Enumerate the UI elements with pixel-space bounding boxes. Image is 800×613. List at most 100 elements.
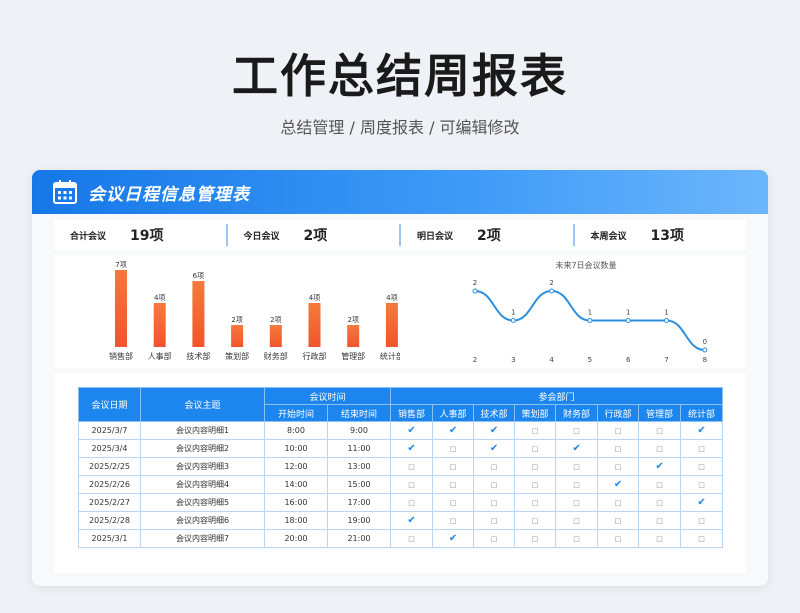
stat-label: 今日会议 <box>243 231 280 242</box>
attend-empty-checkbox[interactable]: □ <box>597 529 640 548</box>
attend-check-icon[interactable]: ✔ <box>555 439 599 458</box>
bar-category-label: 行政部 <box>303 351 327 361</box>
line-value-label: 2 <box>473 279 477 287</box>
attend-check-icon[interactable]: ✔ <box>390 421 434 440</box>
attend-empty-checkbox[interactable]: □ <box>473 457 516 476</box>
stat-week: 本周会议 13项 <box>575 224 747 246</box>
cell-topic: 会议内容明细7 <box>140 529 265 548</box>
line-x-tick-label: 3 <box>511 356 515 364</box>
attend-empty-checkbox[interactable]: □ <box>555 511 599 530</box>
attend-empty-checkbox[interactable]: □ <box>638 439 682 458</box>
attend-empty-checkbox[interactable]: □ <box>597 511 640 530</box>
attend-empty-checkbox[interactable]: □ <box>514 475 557 494</box>
attend-empty-checkbox[interactable]: □ <box>555 475 599 494</box>
cell-start: 20:00 <box>264 529 328 548</box>
attend-empty-checkbox[interactable]: □ <box>597 457 640 476</box>
header-dept: 策划部 <box>514 404 557 422</box>
attend-empty-checkbox[interactable]: □ <box>555 421 599 440</box>
attend-check-icon[interactable]: ✔ <box>680 421 724 440</box>
bar-value-label: 7项 <box>115 261 126 269</box>
cell-start: 14:00 <box>264 475 328 494</box>
bar-value-label: 2项 <box>231 316 242 324</box>
attend-empty-checkbox[interactable]: □ <box>680 511 724 530</box>
attend-check-icon[interactable]: ✔ <box>432 421 475 440</box>
attend-check-icon[interactable]: ✔ <box>473 421 516 440</box>
cell-topic: 会议内容明细4 <box>140 475 265 494</box>
attend-empty-checkbox[interactable]: □ <box>680 457 724 476</box>
attend-check-icon[interactable]: ✔ <box>638 457 682 476</box>
attend-empty-checkbox[interactable]: □ <box>514 529 557 548</box>
attend-empty-checkbox[interactable]: □ <box>432 439 475 458</box>
cell-start: 12:00 <box>264 457 328 476</box>
attend-empty-checkbox[interactable]: □ <box>680 529 724 548</box>
attend-empty-checkbox[interactable]: □ <box>638 493 682 512</box>
bar-value-label: 4项 <box>309 294 320 302</box>
attend-empty-checkbox[interactable]: □ <box>473 493 516 512</box>
attend-empty-checkbox[interactable]: □ <box>473 475 516 494</box>
cell-end: 17:00 <box>326 493 392 512</box>
bar-category-label: 销售部 <box>109 351 133 361</box>
page-subtitle: 总结管理 / 周度报表 / 可编辑修改 <box>280 118 520 137</box>
attend-empty-checkbox[interactable]: □ <box>432 475 475 494</box>
attend-check-icon[interactable]: ✔ <box>390 439 434 458</box>
line-point <box>587 318 593 323</box>
attend-empty-checkbox[interactable]: □ <box>638 511 682 530</box>
attend-check-icon[interactable]: ✔ <box>680 493 724 512</box>
header-end: 结束时间 <box>326 404 392 422</box>
attend-empty-checkbox[interactable]: □ <box>514 457 557 476</box>
cell-end: 13:00 <box>326 457 392 476</box>
attend-empty-checkbox[interactable]: □ <box>432 511 475 530</box>
attend-empty-checkbox[interactable]: □ <box>680 475 724 494</box>
cell-date: 2025/3/7 <box>78 421 141 440</box>
line-point <box>625 318 631 323</box>
attend-empty-checkbox[interactable]: □ <box>597 421 640 440</box>
attend-check-icon[interactable]: ✔ <box>390 511 434 530</box>
cell-topic: 会议内容明细3 <box>140 457 265 476</box>
attend-empty-checkbox[interactable]: □ <box>390 493 434 512</box>
attend-empty-checkbox[interactable]: □ <box>597 493 640 512</box>
attend-empty-checkbox[interactable]: □ <box>473 529 516 548</box>
line-chart-title: 未来7日会议数量 <box>555 260 616 270</box>
cell-start: 8:00 <box>264 421 328 440</box>
table-row: 2025/3/1 会议内容明细7 20:00 21:00 □ ✔ □ □ □ □ □ □ <box>78 529 724 548</box>
attend-empty-checkbox[interactable]: □ <box>390 529 434 548</box>
bar-category-label: 财务部 <box>264 351 288 361</box>
attend-empty-checkbox[interactable]: □ <box>514 421 557 440</box>
attend-empty-checkbox[interactable]: □ <box>432 457 475 476</box>
attend-check-icon[interactable]: ✔ <box>432 529 475 548</box>
attend-check-icon[interactable]: ✔ <box>473 439 516 458</box>
cell-topic: 会议内容明细2 <box>140 439 265 458</box>
stat-value: 2项 <box>303 228 328 244</box>
header-dept: 财务部 <box>555 404 599 422</box>
meeting-card: 会议日程信息管理表 合计会议 19项 今日会议 2项 明日会议 2项 本周会议 … <box>32 170 768 586</box>
bar-category-label: 管理部 <box>341 351 365 361</box>
attend-empty-checkbox[interactable]: □ <box>473 511 516 530</box>
attend-empty-checkbox[interactable]: □ <box>555 529 599 548</box>
stat-label: 本周会议 <box>590 231 627 242</box>
attend-empty-checkbox[interactable]: □ <box>638 475 682 494</box>
attend-empty-checkbox[interactable]: □ <box>555 457 599 476</box>
attend-empty-checkbox[interactable]: □ <box>390 475 434 494</box>
cell-date: 2025/2/27 <box>78 493 141 512</box>
table-row: 2025/2/27 会议内容明细5 16:00 17:00 □ □ □ □ □ □ □ ✔ <box>78 493 724 512</box>
attend-empty-checkbox[interactable]: □ <box>514 493 557 512</box>
attend-empty-checkbox[interactable]: □ <box>555 493 599 512</box>
attend-empty-checkbox[interactable]: □ <box>638 529 682 548</box>
attend-empty-checkbox[interactable]: □ <box>514 511 557 530</box>
attend-empty-checkbox[interactable]: □ <box>390 457 434 476</box>
table-row: 2025/2/26 会议内容明细4 14:00 15:00 □ □ □ □ □ ✔ □ □ <box>78 475 724 494</box>
attend-empty-checkbox[interactable]: □ <box>432 493 475 512</box>
attend-empty-checkbox[interactable]: □ <box>514 439 557 458</box>
card-header: 会议日程信息管理表 <box>32 170 768 214</box>
attend-empty-checkbox[interactable]: □ <box>597 439 640 458</box>
attend-check-icon[interactable]: ✔ <box>597 475 640 494</box>
bar <box>385 303 398 347</box>
table-panel: 会议日期 会议主题 会议时间 参会部门 开始时间 结束时间 销售部 人事部 技术部策… <box>54 373 746 573</box>
line-value-label: 0 <box>703 338 707 346</box>
attend-empty-checkbox[interactable]: □ <box>638 421 682 440</box>
cell-date: 2025/3/1 <box>78 529 141 548</box>
cell-topic: 会议内容明细6 <box>140 511 265 530</box>
attend-empty-checkbox[interactable]: □ <box>680 439 724 458</box>
card-title: 会议日程信息管理表 <box>88 184 250 205</box>
stats-bar: 合计会议 19项 今日会议 2项 明日会议 2项 本周会议 13项 <box>54 220 746 250</box>
